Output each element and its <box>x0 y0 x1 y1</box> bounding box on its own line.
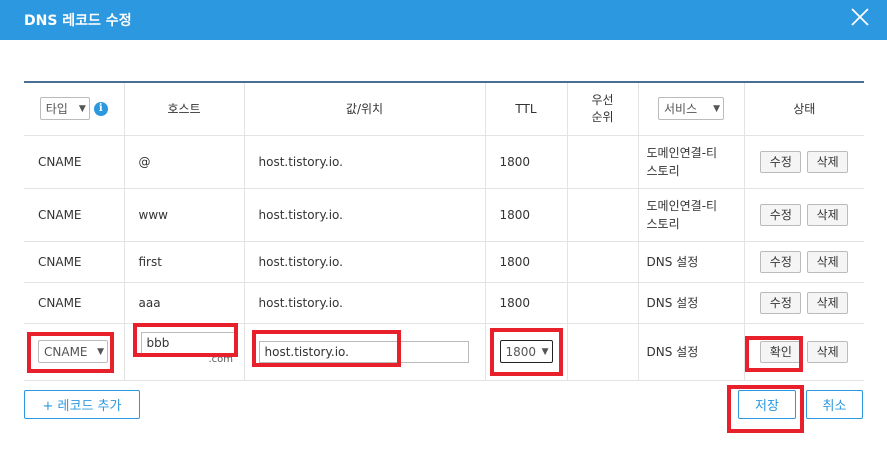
record-ttl: 1800 <box>485 241 568 283</box>
record-priority <box>567 241 639 283</box>
record-priority <box>567 188 639 242</box>
table-row: CNAME first host.tistory.io. 1800 DNS 설정… <box>24 241 864 283</box>
record-value: host.tistory.io. <box>244 135 486 189</box>
type-header: 타입 ▼ i <box>24 82 125 136</box>
ttl-select[interactable]: 1800 ▼ <box>499 340 553 363</box>
edit-ttl-cell: 1800 ▼ <box>485 323 568 381</box>
service-filter-select[interactable]: 서비스 ▼ <box>658 97 724 121</box>
chevron-down-icon: ▼ <box>713 103 720 114</box>
table-row: CNAME @ host.tistory.io. 1800 도메인연결-티 스토… <box>24 135 864 189</box>
value-input[interactable]: host.tistory.io. <box>258 340 469 363</box>
record-type: CNAME <box>24 188 125 242</box>
add-record-button[interactable]: + 레코드 추가 <box>24 390 140 419</box>
edit-button[interactable]: 수정 <box>760 203 802 226</box>
record-priority <box>567 135 639 189</box>
save-button[interactable]: 저장 <box>738 390 796 419</box>
edit-actions: 확인 삭제 <box>744 323 864 381</box>
edit-value-cell: host.tistory.io. <box>244 323 486 381</box>
service-header: 서비스 ▼ <box>638 82 745 136</box>
ttl-header: TTL <box>485 82 568 136</box>
record-value: host.tistory.io. <box>244 241 486 283</box>
delete-button[interactable]: 삭제 <box>807 291 849 314</box>
close-icon[interactable] <box>849 6 871 28</box>
record-service: DNS 설정 <box>638 282 745 324</box>
chevron-down-icon: ▼ <box>541 346 549 357</box>
record-value: host.tistory.io. <box>244 188 486 242</box>
record-service: 도메인연결-티 스토리 <box>638 135 745 189</box>
priority-header: 우선 순위 <box>567 82 639 136</box>
record-service: 도메인연결-티 스토리 <box>638 188 745 242</box>
edit-record-row: CNAME ▼ bbb .com host.tistory.io. 1800 ▼… <box>24 323 864 381</box>
edit-host-cell: bbb .com <box>124 323 245 381</box>
delete-button[interactable]: 삭제 <box>807 203 849 226</box>
record-value: host.tistory.io. <box>244 282 486 324</box>
record-ttl: 1800 <box>485 188 568 242</box>
table-row: CNAME www host.tistory.io. 1800 도메인연결-티 … <box>24 188 864 242</box>
edit-button[interactable]: 수정 <box>760 250 802 273</box>
record-type: CNAME <box>24 135 125 189</box>
record-actions: 수정 삭제 <box>744 135 864 189</box>
table-row: CNAME aaa host.tistory.io. 1800 DNS 설정 수… <box>24 282 864 324</box>
record-service: DNS 설정 <box>638 241 745 283</box>
edit-priority-cell <box>567 323 639 381</box>
record-actions: 수정 삭제 <box>744 282 864 324</box>
record-host: @ <box>124 135 245 189</box>
record-ttl: 1800 <box>485 282 568 324</box>
confirm-button[interactable]: 확인 <box>760 340 802 363</box>
host-input[interactable]: bbb <box>140 331 235 354</box>
edit-type-cell: CNAME ▼ <box>24 323 125 381</box>
host-domain-suffix: .com <box>208 353 234 365</box>
record-type: CNAME <box>24 241 125 283</box>
type-filter-select[interactable]: 타입 ▼ <box>39 97 90 121</box>
delete-button[interactable]: 삭제 <box>807 340 849 363</box>
record-priority <box>567 282 639 324</box>
edit-service-cell: DNS 설정 <box>638 323 745 381</box>
value-header: 값/위치 <box>244 82 486 136</box>
chevron-down-icon: ▼ <box>97 346 104 357</box>
chevron-down-icon: ▼ <box>78 103 86 114</box>
edit-button[interactable]: 수정 <box>760 291 802 314</box>
delete-button[interactable]: 삭제 <box>807 150 849 173</box>
dns-records-table: 타입 ▼ i 호스트 값/위치 TTL 우선 순위 서비스 ▼ 상태 CNAME… <box>24 81 864 381</box>
edit-button[interactable]: 수정 <box>760 150 802 173</box>
dialog-titlebar: DNS 레코드 수정 <box>0 0 887 40</box>
record-actions: 수정 삭제 <box>744 188 864 242</box>
record-host: first <box>124 241 245 283</box>
status-header: 상태 <box>744 82 864 136</box>
record-host: aaa <box>124 282 245 324</box>
host-header: 호스트 <box>124 82 245 136</box>
type-select[interactable]: CNAME ▼ <box>38 340 108 363</box>
cancel-button[interactable]: 취소 <box>806 390 863 419</box>
record-host: www <box>124 188 245 242</box>
record-type: CNAME <box>24 282 125 324</box>
dialog-title: DNS 레코드 수정 <box>24 13 132 29</box>
info-icon[interactable]: i <box>93 101 108 116</box>
table-header-row: 타입 ▼ i 호스트 값/위치 TTL 우선 순위 서비스 ▼ 상태 <box>24 82 864 136</box>
record-ttl: 1800 <box>485 135 568 189</box>
delete-button[interactable]: 삭제 <box>807 250 849 273</box>
record-actions: 수정 삭제 <box>744 241 864 283</box>
